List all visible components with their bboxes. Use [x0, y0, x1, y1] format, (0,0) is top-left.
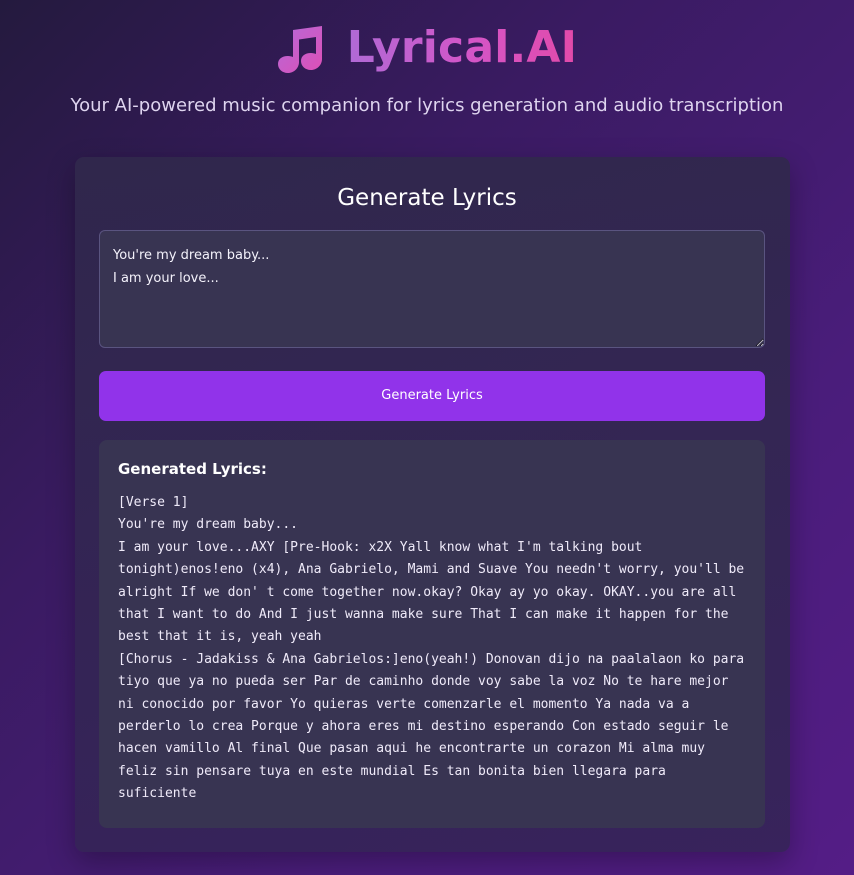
music-notes-icon: [277, 26, 322, 73]
section-title: Generate Lyrics: [337, 185, 517, 211]
brand: Lyrical.AI: [0, 22, 854, 74]
generated-lyrics-text: [Verse 1] You're my dream baby... I am y…: [118, 495, 745, 802]
app-title: Lyrical.AI: [346, 22, 578, 73]
generate-lyrics-button[interactable]: Generate Lyrics: [99, 371, 765, 421]
lyrics-prompt-input[interactable]: [99, 230, 765, 348]
generated-lyrics-title: Generated Lyrics:: [118, 460, 267, 478]
generated-lyrics-panel: Generated Lyrics: [Verse 1] You're my dr…: [99, 440, 765, 828]
app-subtitle: Your AI-powered music companion for lyri…: [70, 95, 784, 116]
app-header: Lyrical.AI Your AI-powered music compani…: [0, 0, 854, 140]
